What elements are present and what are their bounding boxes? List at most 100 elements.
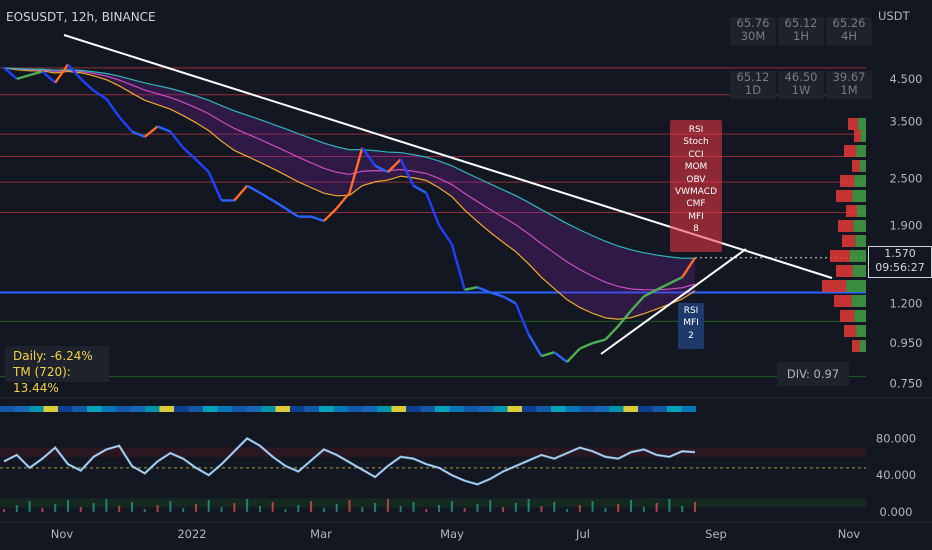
volume-bar: [194, 504, 197, 512]
bullish-divergence-signal[interactable]: RSI MFI 2: [678, 303, 704, 349]
volume-profile-sell: [840, 175, 855, 187]
volume-bar: [374, 503, 377, 512]
volume-profile-buy: [857, 205, 866, 217]
volume-bar: [258, 506, 261, 512]
price-segment: [207, 171, 223, 201]
heatmap-cell: [638, 406, 653, 412]
bearish-divergence-signal[interactable]: RSI Stoch CCI MOM OBV VWMACD CMF MFI 8: [670, 120, 722, 252]
volume-bar: [681, 506, 684, 512]
volume-bar: [28, 501, 31, 512]
volume-bar: [348, 500, 351, 512]
y-tick-label: 0.750: [890, 376, 923, 390]
x-tick-label: May: [440, 527, 464, 541]
volume-profile-buy: [855, 235, 866, 247]
price-segment: [54, 63, 69, 84]
volume-profile-sell: [840, 310, 855, 322]
heatmap-cell: [565, 406, 580, 412]
x-tick-label: Mar: [310, 527, 332, 541]
tf-cell-1w: 46.50 1W: [778, 71, 824, 99]
heatmap-cell: [493, 406, 508, 412]
heatmap-cell: [319, 406, 334, 412]
tf-cell-1m: 39.67 1M: [826, 71, 872, 99]
heatmap-cell: [348, 406, 363, 412]
heatmap-cell: [203, 406, 218, 412]
heatmap-cell: [217, 406, 232, 412]
heatmap-cell: [362, 406, 377, 412]
volume-bar: [15, 505, 18, 512]
volume-profile-sell: [836, 265, 853, 277]
heatmap-cell: [0, 406, 15, 412]
price-segment: [323, 207, 338, 222]
oscillator-pane: [0, 397, 932, 512]
volume-bar: [617, 504, 620, 512]
heatmap-cell: [594, 406, 609, 412]
volume-profile-buy: [854, 310, 866, 322]
price-segment: [259, 191, 274, 202]
volume-bar: [655, 503, 658, 512]
volume-profile-buy: [849, 250, 866, 262]
y-tick-label: 1.200: [890, 296, 923, 310]
osc-y-tick-label: 80.000: [876, 431, 916, 445]
volume-profile-buy: [846, 280, 866, 292]
last-price-tag: 1.570 09:56:27: [868, 246, 932, 278]
heatmap-cell: [623, 406, 638, 412]
price-segment: [592, 338, 606, 345]
heatmap-cell: [29, 406, 44, 412]
volume-bar: [463, 508, 466, 512]
heatmap-cell: [435, 406, 450, 412]
price-segment: [29, 70, 43, 77]
heatmap-cell: [174, 406, 189, 412]
x-tick-label: Jul: [575, 527, 590, 541]
price-segment: [182, 146, 197, 161]
heatmap-cell: [333, 406, 348, 412]
heatmap-cell: [536, 406, 551, 412]
rsi-line: [3, 436, 696, 486]
heatmap-cell: [522, 406, 537, 412]
volume-bar: [105, 499, 108, 512]
volume-bar: [591, 501, 594, 512]
heatmap-cell: [551, 406, 566, 412]
osc-y-tick-label: 0.000: [880, 505, 913, 519]
price-series: [3, 63, 866, 363]
price-segment: [272, 199, 287, 210]
overbought-zone: [0, 447, 866, 457]
heatmap-cell: [159, 406, 174, 412]
volume-bar: [130, 502, 133, 512]
daily-change: Daily: -6.24%: [13, 349, 93, 363]
volume-bar: [668, 499, 671, 512]
price-segment: [118, 115, 133, 133]
volume-bar: [297, 505, 300, 512]
volume-bar: [566, 509, 569, 512]
volume-profile-sell: [846, 205, 857, 217]
volume-bar: [143, 509, 146, 512]
volume-bar: [489, 500, 492, 512]
volume-bar: [642, 507, 645, 512]
volume-bar: [578, 505, 581, 512]
price-segment: [195, 158, 210, 173]
heatmap-cell: [609, 406, 624, 412]
tf-cell-30m: 65.76 30M: [730, 17, 776, 45]
x-tick-label: Sep: [705, 527, 727, 541]
price-segment: [79, 77, 95, 92]
volume-bar: [233, 503, 236, 512]
last-price: 1.570: [884, 247, 916, 260]
price-segment: [604, 325, 620, 341]
heatmap-cell: [246, 406, 261, 412]
heatmap-cell: [507, 406, 522, 412]
tf-cell-4h: 65.26 4H: [826, 17, 872, 45]
price-segment: [579, 342, 594, 350]
volume-bar: [220, 507, 223, 512]
price-segment: [553, 351, 568, 363]
volume-profile-sell: [844, 145, 857, 157]
volume-bar: [79, 507, 82, 512]
heatmap-cell: [261, 406, 276, 412]
osc-y-tick-label: 40.000: [876, 468, 916, 482]
price-segment: [502, 295, 517, 305]
performance-stats: Daily: -6.24% TM (720): 13.44%: [5, 346, 109, 395]
volume-bar: [694, 502, 696, 512]
volume-bar: [310, 501, 313, 512]
volume-bar: [553, 502, 556, 512]
volume-profile-buy: [859, 340, 866, 352]
heatmap-cell: [232, 406, 247, 412]
volume-profile-sell: [844, 325, 857, 337]
